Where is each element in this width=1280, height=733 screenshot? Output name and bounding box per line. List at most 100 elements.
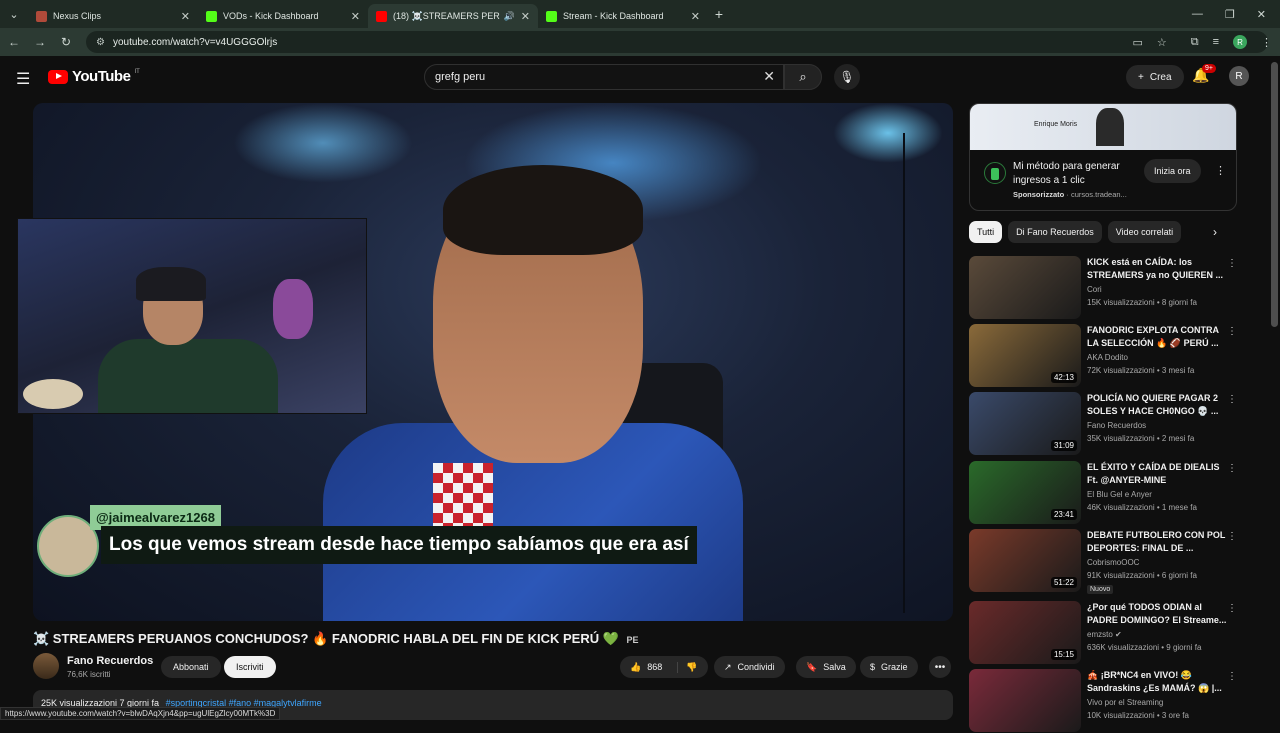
more-actions-icon[interactable]: ••• xyxy=(929,656,951,678)
share-button[interactable]: ↗ Condividi xyxy=(714,656,785,678)
tab-title: Stream - Kick Dashboard xyxy=(563,11,664,21)
tab-title: (18) ☠️STREAMERS PERUANOS xyxy=(393,10,500,21)
tab-search-icon[interactable]: ⌄ xyxy=(0,0,28,28)
channel-name[interactable]: AKA Dodito xyxy=(1087,353,1128,362)
close-icon[interactable]: ✕ xyxy=(351,10,360,23)
thanks-button[interactable]: $ Grazie xyxy=(860,656,918,678)
plus-icon: + xyxy=(1138,71,1144,83)
channel-name[interactable]: Cori xyxy=(1087,285,1102,294)
minimize-icon[interactable]: — xyxy=(1192,8,1203,21)
recommended-video[interactable]: 23:41 EL ÉXITO Y CAÍDA DE DIEALIS Ft. @AN… xyxy=(969,461,1239,525)
recommended-video[interactable]: 15:15 ¿Por qué TODOS ODIAN al PADRE DOMIN… xyxy=(969,601,1239,665)
sponsored-ad[interactable]: Enrique Moris Mi método para generar ing… xyxy=(969,103,1237,211)
video-thumbnail[interactable] xyxy=(969,256,1081,319)
restore-icon[interactable]: ❐ xyxy=(1225,8,1235,21)
recommended-video[interactable]: 🎪 ¡BR*NC4 en VIVO! 😂 Sandraskins ¿Es MAM… xyxy=(969,669,1239,733)
create-label: Crea xyxy=(1149,71,1172,83)
browser-tabbar: ⌄ Nexus Clips ✕ VODs - Kick Dashboard ✕ … xyxy=(0,0,1280,28)
more-options-icon[interactable]: ⋮ xyxy=(1227,258,1237,269)
ad-sponsored: Sponsorizzato · cursos.tradean... xyxy=(1013,190,1127,199)
video-thumbnail[interactable]: 42:13 xyxy=(969,324,1081,387)
reload-icon[interactable]: ↻ xyxy=(60,35,72,49)
new-tab-button[interactable]: + xyxy=(708,6,730,22)
create-button[interactable]: + Crea xyxy=(1126,65,1184,89)
country-code: IT xyxy=(134,68,140,75)
extensions-icon[interactable]: ⧉ xyxy=(1191,36,1199,49)
channel-name[interactable]: Fano Recuerdos xyxy=(1087,421,1146,430)
browser-menu-icon[interactable]: ⋮ xyxy=(1261,36,1272,49)
ad-domain: · cursos.tradean... xyxy=(1066,190,1127,199)
channel-name[interactable]: Vivo por el Streaming xyxy=(1087,698,1163,707)
plush-toy xyxy=(273,279,313,339)
bookmark-icon: 🔖 xyxy=(806,661,818,672)
more-options-icon[interactable]: ⋮ xyxy=(1227,531,1237,542)
address-bar[interactable]: ⚙ youtube.com/watch?v=v4UGGGOlrjs xyxy=(86,31,1269,53)
chip-channel[interactable]: Di Fano Recuerdos xyxy=(1008,221,1102,243)
lamp-pole xyxy=(903,133,905,613)
join-button[interactable]: Abbonati xyxy=(161,656,221,678)
recommended-video[interactable]: 42:13 FANODRIC EXPLOTA CONTRA LA SELECCIÓ… xyxy=(969,324,1239,388)
close-icon[interactable]: ✕ xyxy=(181,10,190,23)
chip-related[interactable]: Video correlati xyxy=(1107,221,1182,243)
channel-name[interactable]: Fano Recuerdos xyxy=(67,655,153,667)
clear-search-icon[interactable]: ✕ xyxy=(763,68,775,85)
menu-icon[interactable]: ☰ xyxy=(16,69,30,89)
video-thumbnail[interactable]: 23:41 xyxy=(969,461,1081,524)
video-thumbnail[interactable]: 51:22 xyxy=(969,529,1081,592)
browser-tab-vods[interactable]: VODs - Kick Dashboard ✕ xyxy=(198,4,368,28)
close-icon[interactable]: ✕ xyxy=(521,10,530,23)
video-thumbnail[interactable]: 31:09 xyxy=(969,392,1081,455)
forward-icon[interactable]: → xyxy=(34,35,46,49)
recommended-video[interactable]: 51:22 DEBATE FUTBOLERO CON POL DEPORTES: … xyxy=(969,529,1239,594)
subscribe-button[interactable]: Iscriviti xyxy=(224,656,276,678)
omnibox-actions: ▭ ☆ xyxy=(1132,36,1166,49)
media-icon[interactable]: ≡ xyxy=(1213,36,1219,48)
bookmark-star-icon[interactable]: ☆ xyxy=(1157,36,1167,49)
like-count: 868 xyxy=(647,662,663,672)
close-window-icon[interactable]: ✕ xyxy=(1257,8,1266,21)
more-options-icon[interactable]: ⋮ xyxy=(1227,603,1237,614)
status-url: https://www.youtube.com/watch?v=blwDAqXj… xyxy=(0,707,281,720)
cast-icon[interactable]: ▭ xyxy=(1132,36,1142,49)
channel-name[interactable]: CobrismoOOC xyxy=(1087,558,1139,567)
chevron-right-icon[interactable]: › xyxy=(1213,225,1217,239)
ad-cta-button[interactable]: Inizia ora xyxy=(1144,159,1201,183)
channel-name[interactable]: emzsto ✔ xyxy=(1087,630,1122,639)
browser-tab-stream[interactable]: Stream - Kick Dashboard ✕ xyxy=(538,4,708,28)
ad-banner[interactable]: Enrique Moris xyxy=(970,104,1236,150)
speaker-icon[interactable]: 🔊 xyxy=(504,11,515,22)
window-controls: — ❐ ✕ xyxy=(1192,8,1280,21)
recommended-video[interactable]: KICK está en CAÍDA: los STREAMERS ya no … xyxy=(969,256,1239,320)
search-input[interactable]: grefg peru ✕ xyxy=(424,64,784,90)
video-thumbnail[interactable] xyxy=(969,669,1081,732)
channel-name[interactable]: El Blu Gel e Anyer xyxy=(1087,490,1152,499)
youtube-logo[interactable]: YouTube IT xyxy=(48,68,140,85)
close-icon[interactable]: ✕ xyxy=(691,10,700,23)
video-thumbnail[interactable]: 15:15 xyxy=(969,601,1081,664)
more-options-icon[interactable]: ⋮ xyxy=(1227,394,1237,405)
more-options-icon[interactable]: ⋮ xyxy=(1227,326,1237,337)
back-icon[interactable]: ← xyxy=(8,35,20,49)
more-options-icon[interactable]: ⋮ xyxy=(1227,463,1237,474)
video-duration: 15:15 xyxy=(1050,649,1077,660)
site-info-icon[interactable]: ⚙ xyxy=(96,37,105,48)
browser-tab-youtube[interactable]: (18) ☠️STREAMERS PERUANOS 🔊 ✕ xyxy=(368,4,538,28)
scrollbar[interactable] xyxy=(1271,62,1278,327)
recommended-video[interactable]: 31:09 POLICÍA NO QUIERE PAGAR 2 SOLES Y H… xyxy=(969,392,1239,456)
ad-menu-icon[interactable]: ⋮ xyxy=(1215,164,1226,177)
microphone-icon[interactable]: 🎙 xyxy=(834,64,860,90)
dislike-button[interactable]: 👎 xyxy=(678,662,697,673)
video-title: KICK está en CAÍDA: los STREAMERS ya no … xyxy=(1087,257,1224,280)
more-options-icon[interactable]: ⋮ xyxy=(1227,671,1237,682)
thanks-label: Grazie xyxy=(881,662,908,672)
browser-tab-nexus-clips[interactable]: Nexus Clips ✕ xyxy=(28,4,198,28)
chip-all[interactable]: Tutti xyxy=(969,221,1003,243)
like-button[interactable]: 👍 868 xyxy=(620,661,678,673)
plate xyxy=(23,379,83,409)
save-button[interactable]: 🔖 Salva xyxy=(796,656,856,678)
video-title: ¿Por qué TODOS ODIAN al PADRE DOMINGO? E… xyxy=(1087,602,1227,625)
channel-avatar[interactable] xyxy=(33,653,59,679)
search-icon[interactable]: ⌕ xyxy=(784,64,822,90)
account-avatar[interactable]: R xyxy=(1229,66,1249,86)
profile-avatar[interactable]: R xyxy=(1233,35,1247,49)
